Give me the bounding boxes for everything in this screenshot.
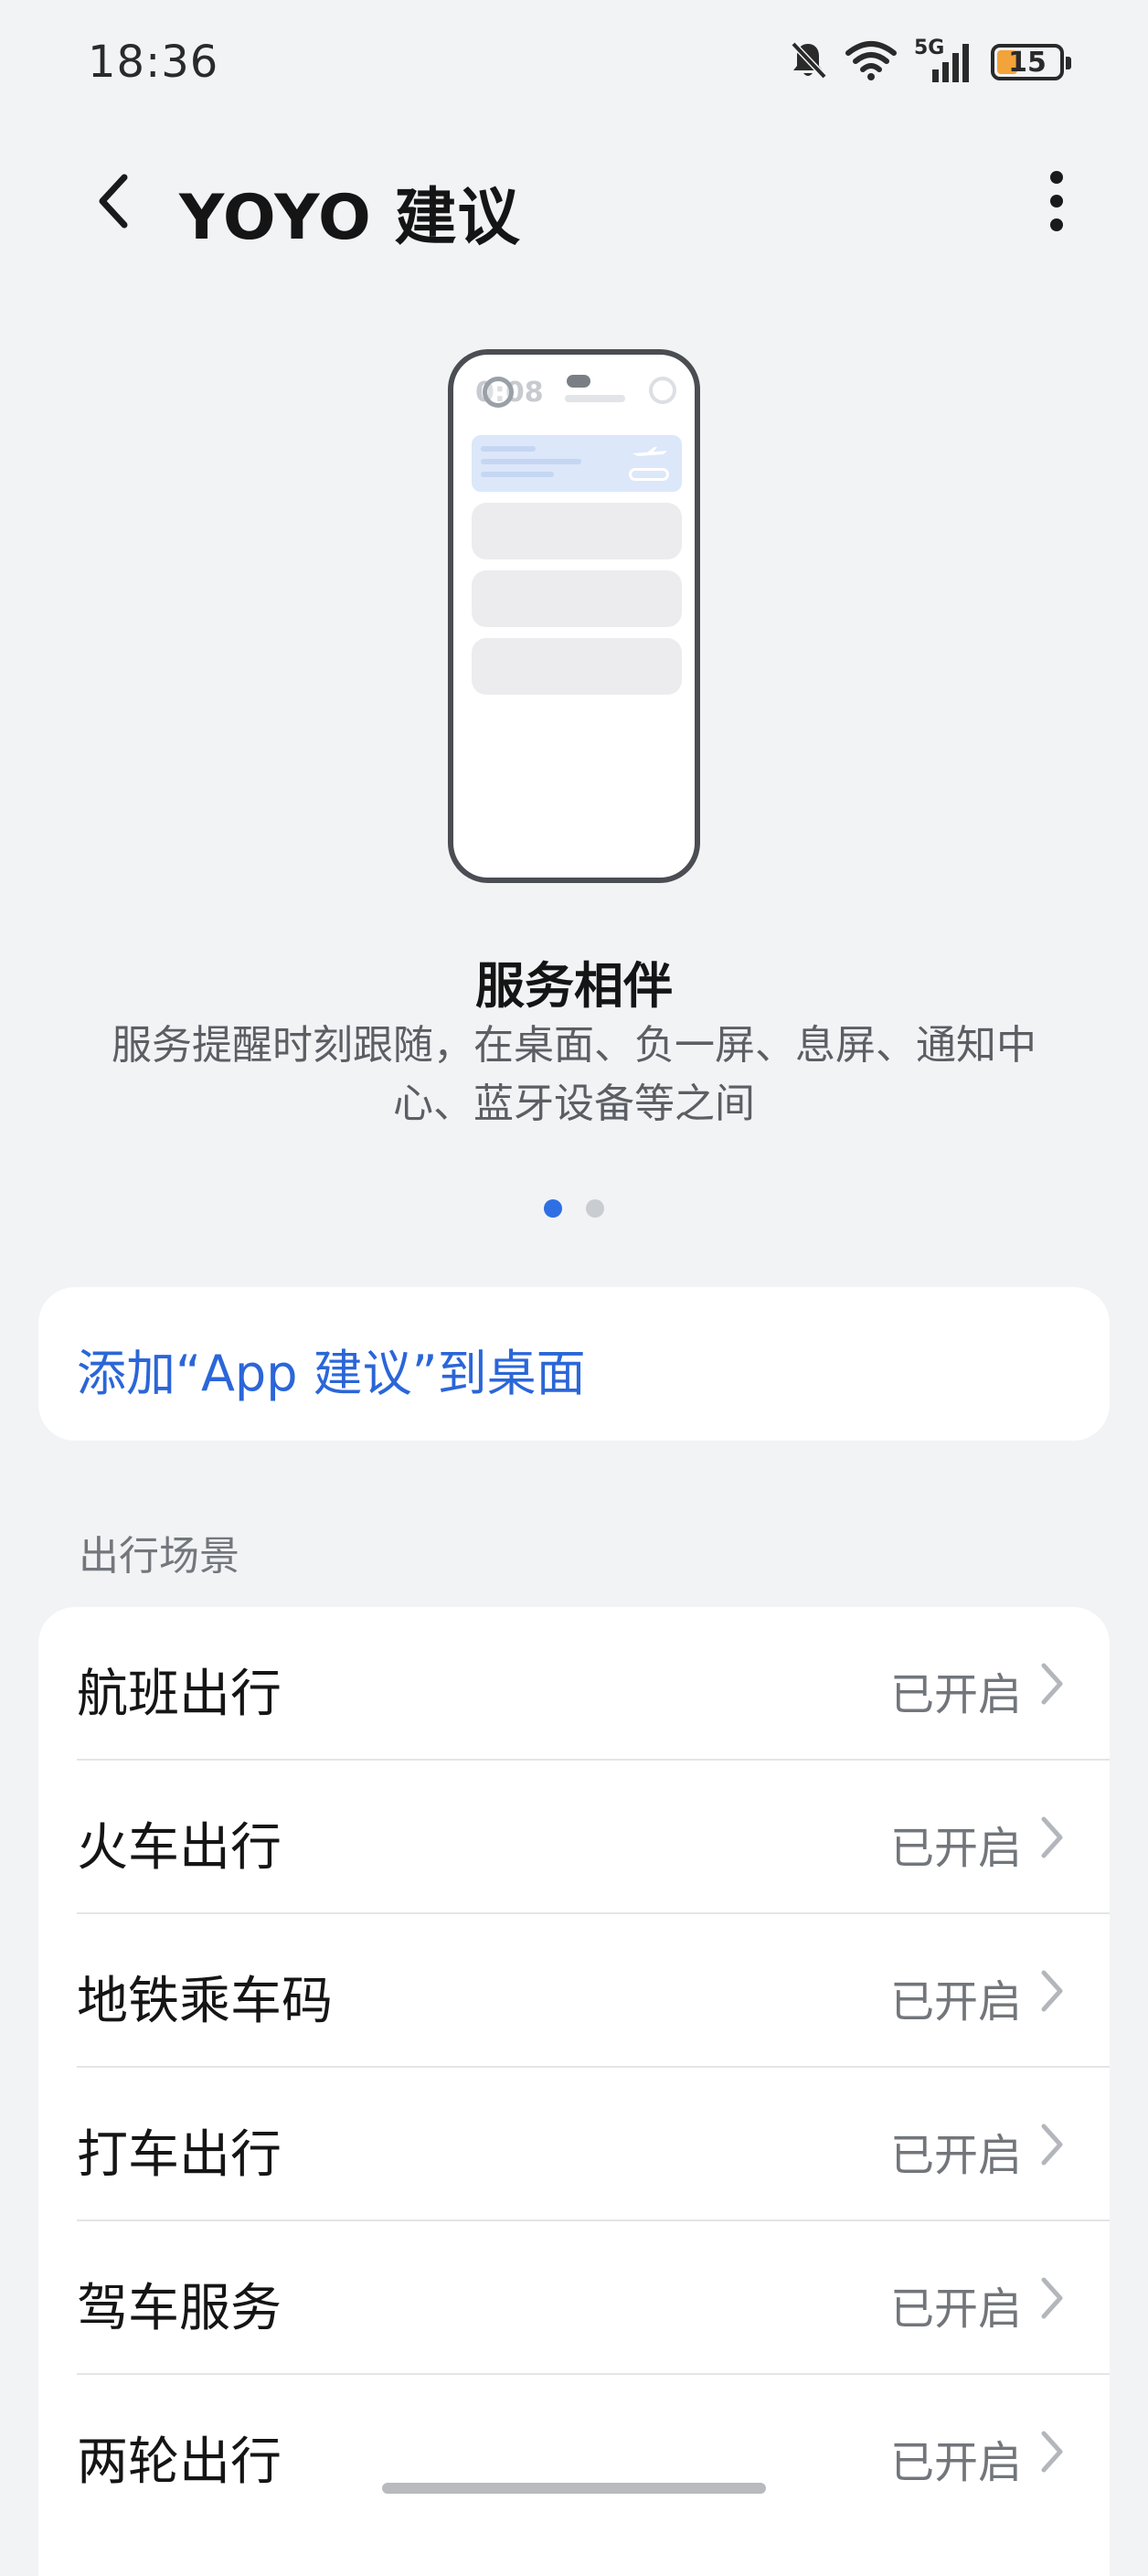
chevron-right-icon [1041,2277,1063,2319]
battery-level: 15 [1008,46,1047,79]
flight-card-illustration [472,435,682,492]
more-vertical-icon [1050,171,1063,231]
placeholder-card [472,503,682,559]
placeholder-card [472,570,682,627]
section-title-travel: 出行场景 [79,1533,239,1580]
chevron-right-icon [1041,1816,1063,1858]
avatar-icon [649,377,676,404]
list-item-driving[interactable]: 驾车服务 已开启 [77,2221,1110,2375]
list-item-label: 打车出行 [77,2125,282,2185]
list-item-metro-code[interactable]: 地铁乘车码 已开启 [77,1914,1110,2068]
header: YOYO 建议 [0,146,1148,256]
airplane-icon [632,447,667,456]
bell-muted-icon [788,38,828,86]
travel-scenario-list: 航班出行 已开启 火车出行 已开启 地铁乘车码 已开启 打车出行 已开启 驾车服… [38,1607,1110,2576]
list-item-two-wheeler[interactable]: 两轮出行 已开启 [77,2375,1110,2528]
chevron-right-icon [1041,1970,1063,2012]
chevron-right-icon [1041,2431,1063,2473]
chevron-left-icon [99,174,128,229]
list-item-status: 已开启 [889,1976,1022,2028]
feature-title: 服务相伴 [475,957,673,1015]
status-icons: 5G 15 [788,35,1071,90]
list-item-status: 已开启 [889,2437,1022,2488]
phone-illustration: 0:08 [448,349,700,883]
add-widget-label: 添加“App 建议”到桌面 [77,1345,586,1402]
page-title: YOYO 建议 [179,182,521,254]
list-item-status: 已开启 [889,1669,1022,1720]
back-button[interactable] [77,165,150,238]
feature-description: 服务提醒时刻跟随，在桌面、负一屏、息屏、通知中心、蓝牙设备等之间 [112,1022,1036,1127]
list-item-train[interactable]: 火车出行 已开启 [77,1761,1110,1914]
phone-notch [567,375,590,388]
wifi-icon [845,40,898,84]
list-item-label: 航班出行 [77,1665,282,1724]
list-item-label: 地铁乘车码 [77,1972,333,2031]
chevron-right-icon [1041,2124,1063,2166]
list-item-label: 两轮出行 [77,2432,282,2492]
home-indicator[interactable] [382,2483,766,2494]
more-options-button[interactable] [1029,165,1084,238]
battery-nub [1066,57,1071,69]
signal-icon: 5G [914,37,974,84]
carousel-pager [0,1199,1148,1218]
status-time: 18:36 [88,37,219,88]
placeholder-card [472,638,682,695]
pager-dot[interactable] [586,1199,604,1218]
ring-icon [483,377,514,408]
list-item-status: 已开启 [889,1823,1022,1874]
list-item-taxi[interactable]: 打车出行 已开启 [77,2068,1110,2221]
list-item-status: 已开启 [889,2130,1022,2181]
pager-dot-active[interactable] [544,1199,562,1218]
add-widget-button[interactable]: 添加“App 建议”到桌面 [38,1287,1110,1441]
phone-bar-line [565,395,625,402]
list-item-label: 火车出行 [77,1818,282,1878]
list-item-status: 已开启 [889,2283,1022,2335]
list-item-label: 驾车服务 [77,2279,282,2338]
battery-icon: 15 [991,44,1071,80]
list-item-flight[interactable]: 航班出行 已开启 [77,1607,1110,1761]
chevron-right-icon [1041,1663,1063,1705]
status-bar: 18:36 5G 15 [0,0,1148,128]
